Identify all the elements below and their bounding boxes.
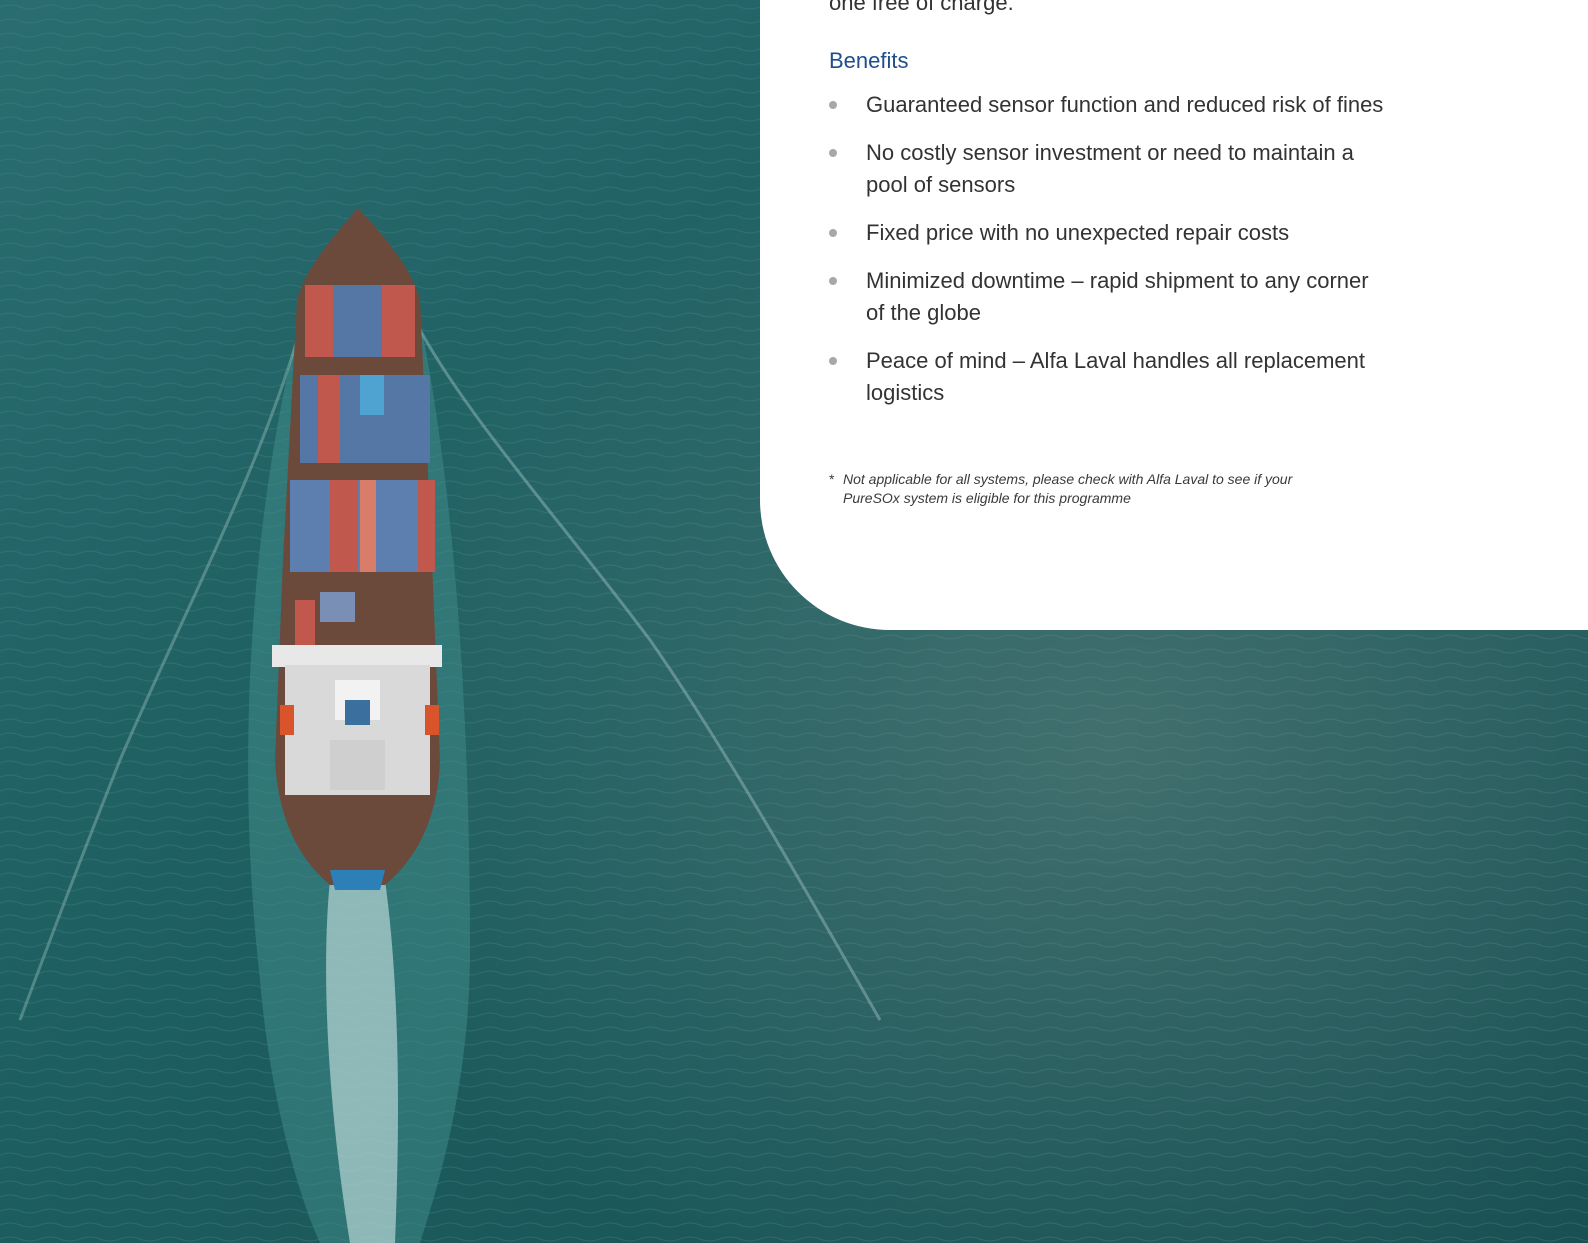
bullet-icon [829,277,837,285]
ship-bridge [272,645,442,795]
bullet-icon [829,229,837,237]
benefit-item: Guaranteed sensor function and reduced r… [829,89,1389,121]
benefit-text: Guaranteed sensor function and reduced r… [866,92,1384,117]
benefit-text: Fixed price with no unexpected repair co… [866,220,1290,245]
footnote-text: Not applicable for all systems, please c… [843,471,1293,506]
ship-stern [330,870,385,890]
benefits-heading: Benefits [829,48,909,73]
footnote: * Not applicable for all systems, please… [829,470,1349,508]
bullet-icon [829,101,837,109]
benefits-list: Guaranteed sensor function and reduced r… [829,89,1389,425]
benefit-item: Fixed price with no unexpected repair co… [829,217,1389,249]
benefit-item: No costly sensor investment or need to m… [829,137,1389,201]
bullet-icon [829,357,837,365]
bullet-icon [829,149,837,157]
footnote-marker: * [829,471,835,487]
benefit-text: Minimized downtime – rapid shipment to a… [866,268,1369,325]
benefit-text: No costly sensor investment or need to m… [866,140,1354,197]
intro-text-tail: one free of charge. [829,0,1014,15]
benefit-text: Peace of mind – Alfa Laval handles all r… [866,348,1365,405]
benefit-item: Minimized downtime – rapid shipment to a… [829,265,1389,329]
benefit-item: Peace of mind – Alfa Laval handles all r… [829,345,1389,409]
